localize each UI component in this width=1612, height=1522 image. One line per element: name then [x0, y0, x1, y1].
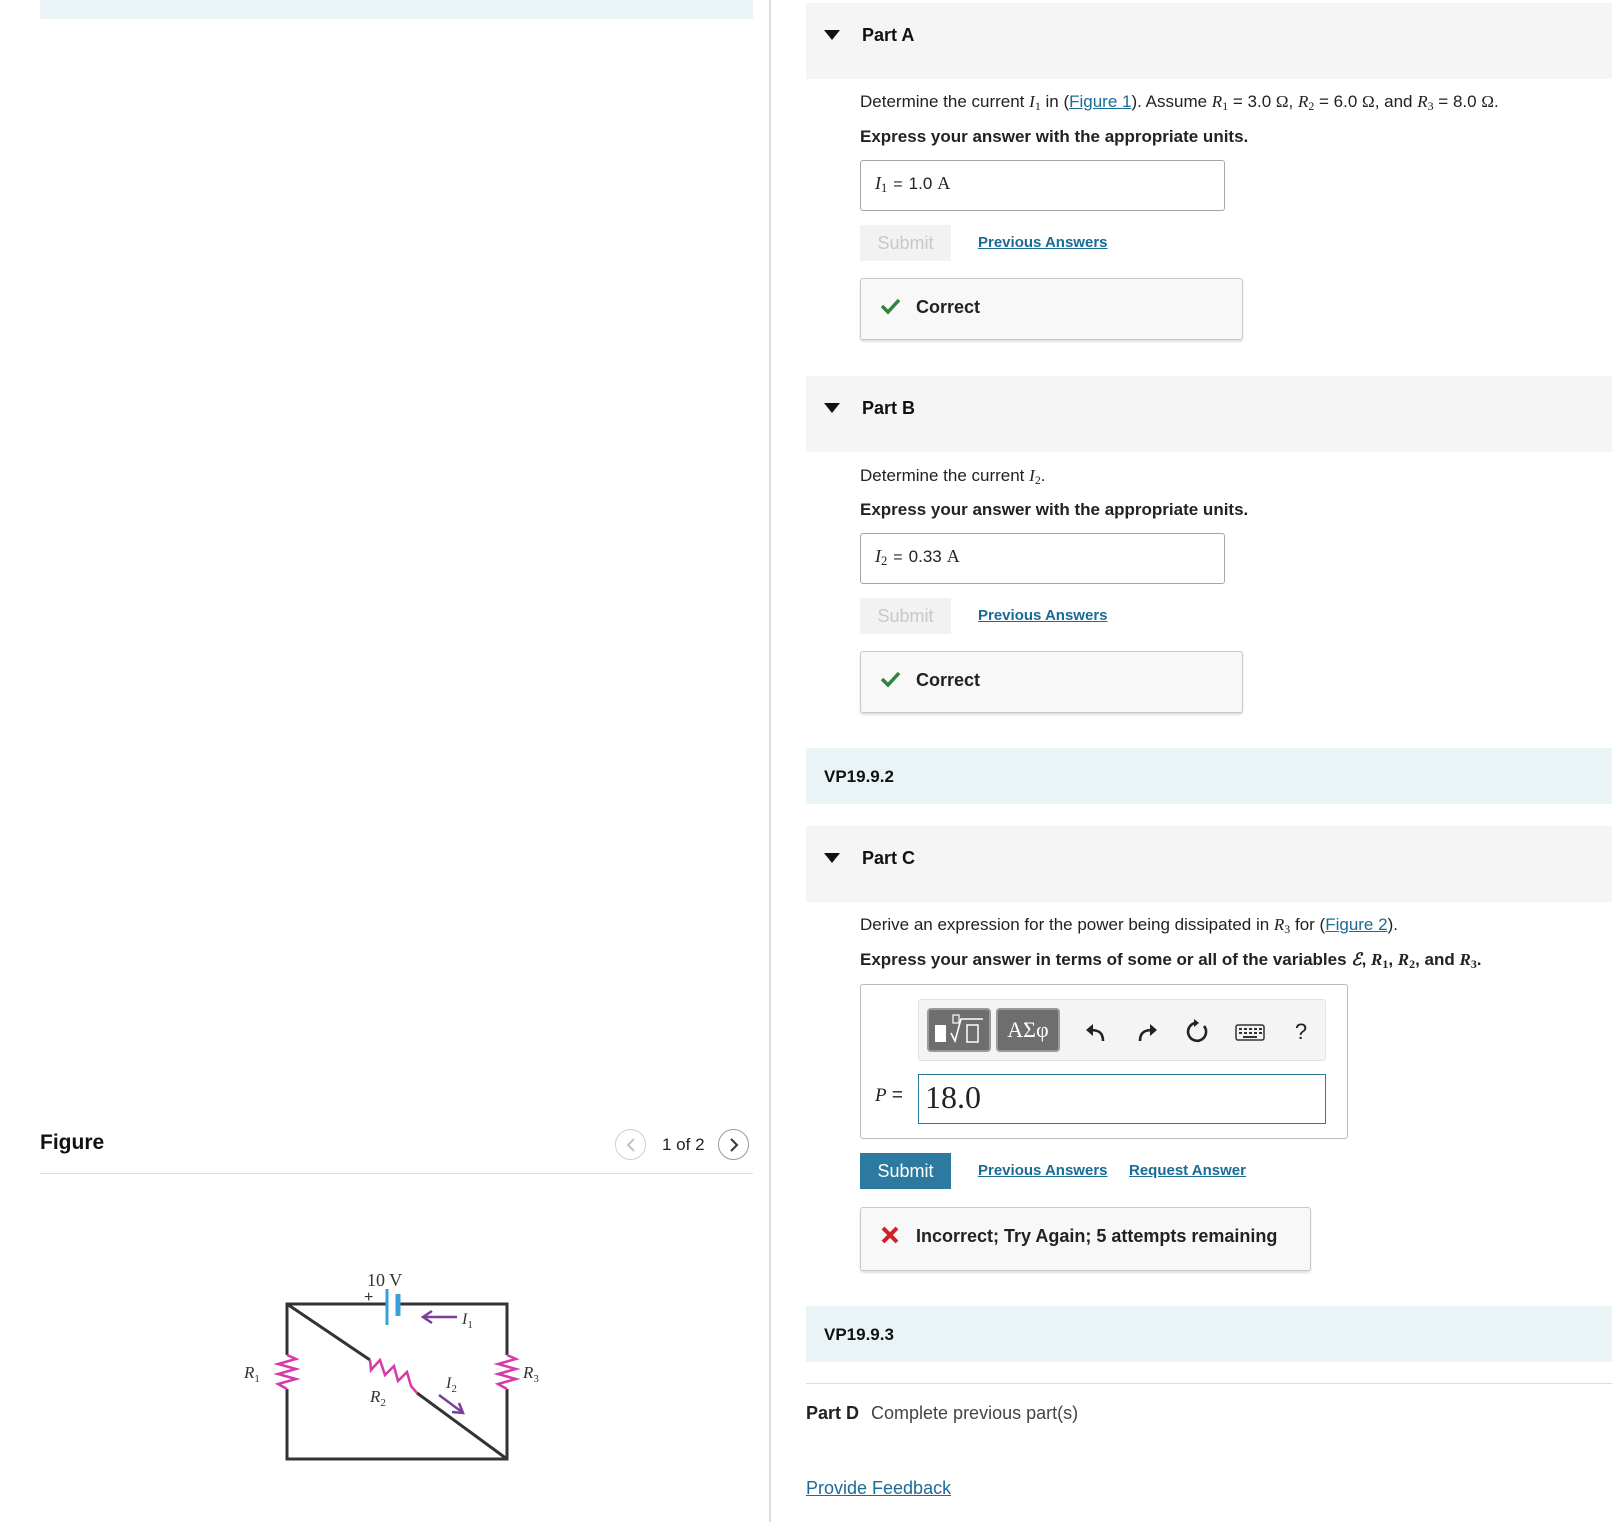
templates-icon	[935, 1014, 983, 1044]
figure-pane: Figure 1 of 2 10 V + I1 I2 R1 R3 R2	[0, 0, 770, 1522]
help-button[interactable]: ?	[1287, 1018, 1315, 1046]
circuit-figure: 10 V + I1 I2 R1 R3 R2	[243, 1270, 539, 1461]
figure-1-link[interactable]: Figure 1	[1069, 92, 1131, 111]
i1-arrow	[420, 1309, 457, 1325]
undo-icon	[1086, 1024, 1105, 1042]
part-c-instruction: Express your answer in terms of some or …	[860, 950, 1482, 971]
part-d-row: Part D Complete previous part(s)	[806, 1403, 1079, 1423]
part-b-submit-button[interactable]: Submit	[860, 598, 951, 634]
chevron-left-icon	[626, 1137, 635, 1152]
math-editor: ΑΣφ ? P = 18.0	[860, 984, 1348, 1139]
battery-plus: +	[364, 1289, 373, 1306]
battery	[385, 1289, 401, 1325]
part-c-title: Part C	[862, 848, 916, 868]
redo-button[interactable]	[1133, 1018, 1161, 1046]
part-b-previous-answers-link[interactable]: Previous Answers	[978, 607, 1108, 624]
part-b-answer-box[interactable]: I2 = 0.33 A	[860, 533, 1225, 584]
i1-label: I1	[461, 1311, 473, 1331]
part-b-header[interactable]: Part B	[806, 376, 1612, 452]
part-b-question: Determine the current I2.	[860, 466, 1046, 487]
math-toolbar: ΑΣφ ?	[918, 999, 1326, 1061]
vp-section-header: VP19.9.2	[806, 748, 1612, 804]
vp-section-header: VP19.9.3	[806, 1306, 1612, 1362]
part-c-submit-button[interactable]: Submit	[860, 1153, 951, 1189]
part-b-title: Part B	[862, 398, 916, 418]
x-mark-icon	[881, 1226, 899, 1244]
collapse-triangle-icon	[824, 403, 840, 413]
part-a-submit-button[interactable]: Submit	[860, 225, 951, 261]
part-a-instruction: Express your answer with the appropriate…	[860, 127, 1249, 146]
resistor-r3	[493, 1353, 521, 1391]
part-b-feedback: Correct	[860, 651, 1243, 713]
part-c-feedback: Incorrect; Try Again; 5 attempts remaini…	[860, 1207, 1311, 1271]
battery-label: 10 V	[367, 1270, 402, 1290]
provide-feedback-link[interactable]: Provide Feedback	[806, 1478, 951, 1499]
figure-header: Figure 1 of 2	[40, 1124, 753, 1174]
collapse-triangle-icon	[824, 30, 840, 40]
part-c-previous-answers-link[interactable]: Previous Answers	[978, 1162, 1108, 1179]
r2-label: R2	[369, 1387, 386, 1409]
reset-button[interactable]	[1183, 1018, 1211, 1046]
figure-title: Figure	[40, 1131, 105, 1154]
part-a-header[interactable]: Part A	[806, 3, 1612, 79]
keyboard-icon	[1235, 1024, 1265, 1041]
part-b-instruction: Express your answer with the appropriate…	[860, 500, 1249, 519]
symbols-button[interactable]: ΑΣφ	[996, 1008, 1060, 1052]
checkmark-icon	[880, 298, 901, 315]
part-d-divider	[806, 1383, 1612, 1384]
reset-icon	[1186, 1019, 1208, 1043]
answer-label: P =	[875, 1085, 903, 1106]
undo-button[interactable]	[1082, 1018, 1110, 1046]
r1-label: R1	[243, 1363, 260, 1385]
part-a-question: Determine the current I1 in (Figure 1). …	[860, 92, 1499, 113]
figure-next-button[interactable]	[718, 1129, 749, 1160]
keyboard-button[interactable]	[1234, 1018, 1266, 1046]
figure-counter: 1 of 2	[662, 1135, 705, 1154]
chevron-right-icon	[729, 1137, 738, 1152]
i2-label: I2	[445, 1375, 457, 1395]
checkmark-icon	[880, 671, 901, 688]
r3-label: R3	[522, 1363, 539, 1385]
templates-button[interactable]	[927, 1008, 991, 1052]
redo-icon	[1138, 1024, 1157, 1042]
part-c-question: Derive an expression for the power being…	[860, 915, 1398, 936]
part-c-header[interactable]: Part C	[806, 826, 1612, 902]
pane-divider	[769, 0, 771, 1522]
part-a-previous-answers-link[interactable]: Previous Answers	[978, 234, 1108, 251]
top-banner	[40, 0, 753, 19]
part-a-feedback: Correct	[860, 278, 1243, 340]
collapse-triangle-icon	[824, 853, 840, 863]
request-answer-link[interactable]: Request Answer	[1129, 1162, 1246, 1179]
part-a-title: Part A	[862, 25, 915, 45]
answer-input[interactable]: 18.0	[918, 1074, 1326, 1124]
figure-prev-button[interactable]	[615, 1129, 646, 1160]
part-a-answer-box[interactable]: I1 = 1.0 A	[860, 160, 1225, 211]
figure-2-link[interactable]: Figure 2	[1325, 915, 1387, 934]
resistor-r1	[273, 1353, 301, 1391]
